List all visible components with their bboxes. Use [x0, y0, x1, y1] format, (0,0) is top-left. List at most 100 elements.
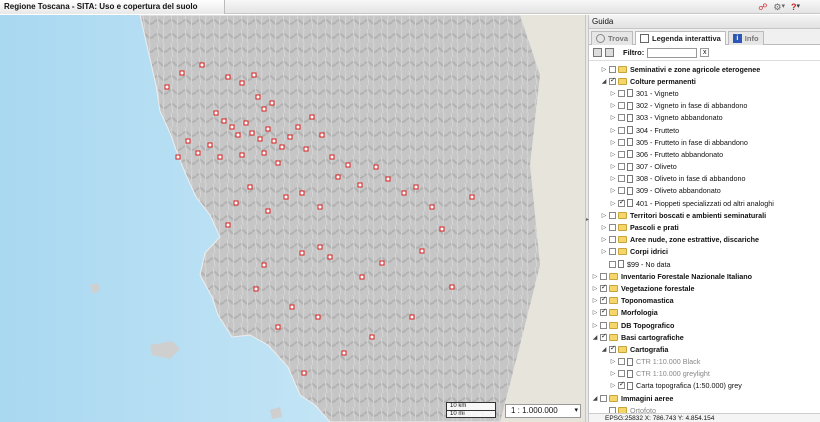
layer-row[interactable]: ▷ Aree nude, zone estrattive, discariche	[589, 234, 820, 246]
layer-checkbox[interactable]	[600, 283, 607, 292]
expander-icon[interactable]: ▷	[610, 102, 616, 109]
layer-row[interactable]: ▷ Territori boscati e ambienti seminatura…	[589, 209, 820, 221]
layer-checkbox[interactable]	[600, 307, 607, 317]
layer-label: Immagini aeree	[621, 393, 674, 403]
expander-icon[interactable]: ◢	[592, 395, 598, 402]
collapse-arrow-icon[interactable]: ▸	[586, 215, 589, 225]
layer-checkbox[interactable]	[609, 344, 616, 353]
layer-checkbox[interactable]	[618, 102, 625, 110]
layer-checkbox[interactable]	[600, 272, 607, 280]
expander-icon[interactable]: ◢	[601, 78, 607, 85]
layer-row[interactable]: ◢ Colture permanenti	[589, 75, 820, 87]
layer-row[interactable]: ◢ Immagini aeree	[589, 392, 820, 404]
layer-checkbox[interactable]	[618, 114, 625, 122]
layer-row[interactable]: ▷ Seminativi e zone agricole eterogenee	[589, 63, 820, 75]
layer-checkbox[interactable]	[618, 370, 625, 378]
filter-input[interactable]	[647, 47, 698, 58]
layer-checkbox[interactable]	[600, 321, 607, 329]
layer-checkbox[interactable]	[600, 332, 607, 341]
clear-filter-icon[interactable]: x	[700, 48, 710, 57]
layer-row[interactable]: ▷ 301 - Vigneto	[589, 87, 820, 99]
layer-row[interactable]: ▷ 302 - Vigneto in fase di abbandono	[589, 100, 820, 112]
layer-checkbox[interactable]	[618, 150, 625, 158]
layer-row[interactable]: ▷ Toponomastica	[589, 295, 820, 307]
expand-all-icon[interactable]	[593, 48, 602, 57]
help-icon[interactable]: ? ▾	[791, 1, 800, 13]
tab-trova[interactable]: Trova	[591, 31, 634, 45]
layer-checkbox[interactable]	[609, 236, 616, 244]
layer-checkbox[interactable]	[600, 394, 607, 402]
layer-row[interactable]: ▷ Morfologia	[589, 307, 820, 319]
layer-row[interactable]: $99 - No data	[589, 258, 820, 270]
map-canvas[interactable]	[0, 15, 585, 422]
layer-row[interactable]: ▷ 306 - Frutteto abbandonato	[589, 148, 820, 160]
layer-row[interactable]: ◢ Basi cartografiche	[589, 331, 820, 343]
expander-icon[interactable]: ▷	[610, 175, 616, 182]
layer-row[interactable]: ▷ 305 - Frutteto in fase di abbandono	[589, 136, 820, 148]
layer-checkbox[interactable]	[618, 175, 625, 183]
expander-icon[interactable]: ▷	[592, 309, 598, 316]
map-view[interactable]: 10 km 10 mi 1 : 1.000.000 ▾	[0, 15, 585, 422]
expander-icon[interactable]: ▷	[601, 66, 607, 73]
layer-row[interactable]: ▷ 304 - Frutteto	[589, 124, 820, 136]
layer-checkbox[interactable]	[609, 224, 616, 232]
expander-icon[interactable]: ▷	[610, 151, 616, 158]
layer-row[interactable]: ▷ Carta topografica (1:50.000) grey	[589, 380, 820, 392]
layer-checkbox[interactable]	[609, 248, 616, 256]
expander-icon[interactable]: ▷	[592, 322, 598, 329]
layer-row[interactable]: ▷ 307 - Oliveto	[589, 161, 820, 173]
layer-row[interactable]: ▷ CTR 1:10.000 Black	[589, 356, 820, 368]
expander-icon[interactable]: ▷	[610, 382, 616, 389]
layer-row[interactable]: ▷ Corpi idrici	[589, 246, 820, 258]
expander-icon[interactable]: ▷	[601, 224, 607, 231]
layer-checkbox[interactable]	[618, 380, 625, 390]
expander-icon[interactable]: ▷	[592, 273, 598, 280]
link-icon[interactable]: ☍	[758, 1, 767, 13]
expander-icon[interactable]: ▷	[610, 200, 616, 207]
layer-row[interactable]: ▷ Vegetazione forestale	[589, 282, 820, 294]
layer-row[interactable]: ▷ CTR 1:10.000 greylight	[589, 368, 820, 380]
expander-icon[interactable]: ▷	[610, 90, 616, 97]
layer-checkbox[interactable]	[618, 358, 625, 366]
expander-icon[interactable]: ▷	[601, 236, 607, 243]
tab-legenda-interattiva[interactable]: Legenda interattiva	[635, 31, 726, 45]
expander-icon[interactable]: ▷	[592, 285, 598, 292]
layer-checkbox[interactable]	[618, 126, 625, 134]
layer-checkbox[interactable]	[609, 260, 616, 268]
layer-checkbox[interactable]	[609, 65, 616, 73]
layer-checkbox[interactable]	[618, 187, 625, 195]
layer-row[interactable]: ▷ DB Topografico	[589, 319, 820, 331]
expander-icon[interactable]: ▷	[610, 370, 616, 377]
expander-icon[interactable]: ▷	[610, 127, 616, 134]
layer-checkbox[interactable]	[609, 76, 616, 85]
layer-checkbox[interactable]	[618, 89, 625, 97]
layer-row[interactable]: ▷ 303 - Vigneto abbandonato	[589, 112, 820, 124]
expander-icon[interactable]: ◢	[601, 346, 607, 353]
layer-row[interactable]: ▷ 401 - Pioppeti specializzati od altri a…	[589, 197, 820, 209]
expander-icon[interactable]: ▷	[610, 358, 616, 365]
expander-icon[interactable]: ▷	[610, 163, 616, 170]
collapse-all-icon[interactable]	[605, 48, 614, 57]
tab-info[interactable]: i Info	[727, 31, 764, 45]
layer-row[interactable]: ▷ 309 - Oliveto abbandonato	[589, 185, 820, 197]
layer-checkbox[interactable]	[618, 163, 625, 171]
expander-icon[interactable]: ▷	[592, 297, 598, 304]
expander-icon[interactable]: ◢	[592, 334, 598, 341]
layer-row[interactable]: ▷ Pascoli e prati	[589, 221, 820, 233]
layer-row[interactable]: ◢ Cartografia	[589, 343, 820, 355]
expander-icon[interactable]: ▷	[610, 139, 616, 146]
expander-icon[interactable]: ▷	[601, 248, 607, 255]
layer-checkbox[interactable]	[618, 138, 625, 146]
scale-select[interactable]: 1 : 1.000.000 ▾	[505, 404, 581, 418]
layer-row[interactable]: ▷ 308 - Oliveto in fase di abbandono	[589, 173, 820, 185]
layer-row[interactable]: ▷ Inventario Forestale Nazionale Italiano	[589, 270, 820, 282]
expander-icon[interactable]: ▷	[601, 212, 607, 219]
layer-checkbox[interactable]	[609, 211, 616, 219]
side-panel: Guida Trova Legenda interattiva i Info F…	[589, 15, 820, 422]
layer-checkbox[interactable]	[618, 198, 625, 207]
italy-flag-icon[interactable]	[806, 4, 816, 11]
layer-checkbox[interactable]	[600, 295, 607, 305]
expander-icon[interactable]: ▷	[610, 114, 616, 121]
gear-icon[interactable]: ⚙ ▾	[773, 1, 785, 13]
expander-icon[interactable]: ▷	[610, 187, 616, 194]
